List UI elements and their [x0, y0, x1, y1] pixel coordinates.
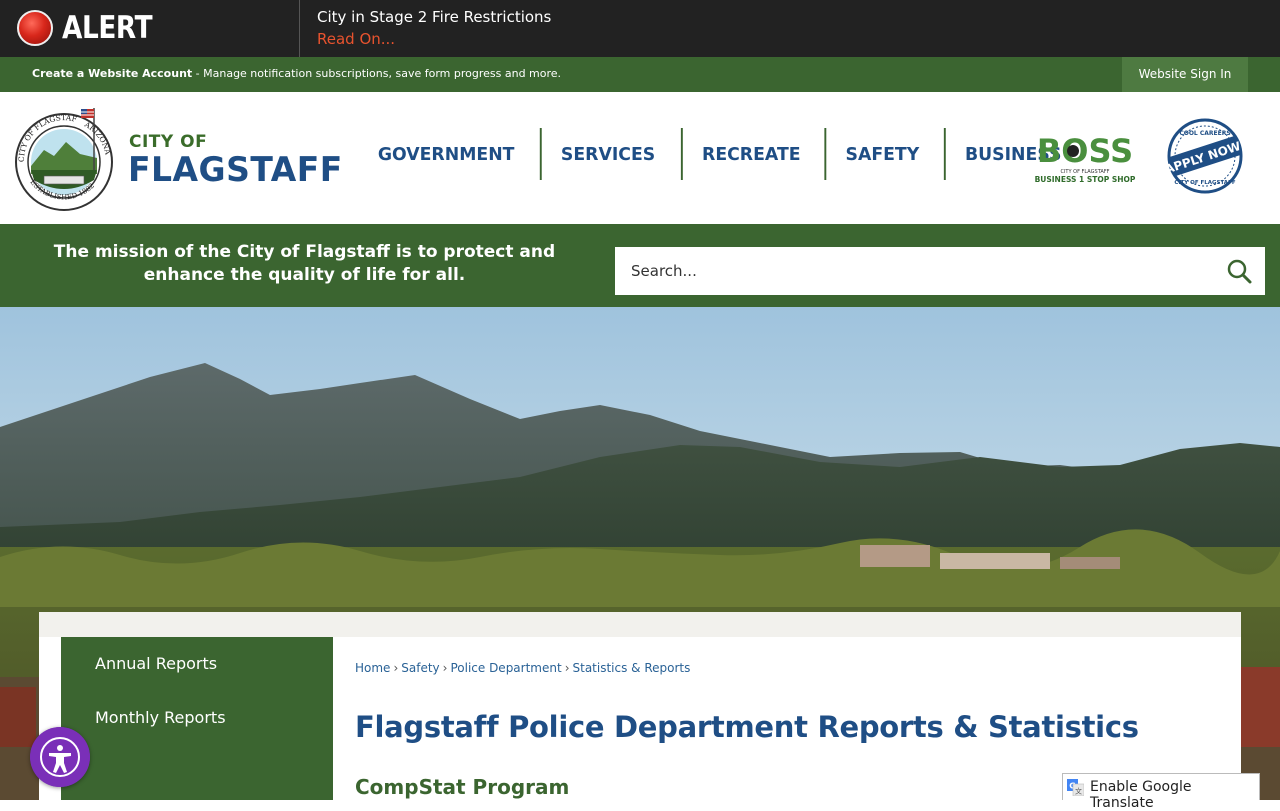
breadcrumb-separator: ›	[442, 661, 448, 675]
google-translate-button[interactable]: G 文 Enable Google Translate	[1062, 773, 1260, 811]
site-header: CITY OF FLAGSTAFF ARIZONA ESTABLISHED 18…	[0, 92, 1280, 224]
breadcrumb-police-department[interactable]: Police Department	[450, 661, 561, 675]
account-bar: Create a Website Account - Manage notifi…	[0, 57, 1280, 92]
main-nav: GOVERNMENT SERVICES RECREATE SAFETY BUSI…	[355, 128, 1083, 180]
apply-bottom-text: CITY OF FLAGSTAFF	[1174, 180, 1235, 186]
nav-services[interactable]: SERVICES	[540, 128, 675, 180]
content-card: Annual Reports Monthly Reports Home › Safe…	[39, 612, 1241, 800]
breadcrumb-separator: ›	[564, 661, 570, 675]
search-icon[interactable]	[1223, 255, 1255, 287]
search-input[interactable]	[615, 247, 1215, 295]
alert-title[interactable]: City in Stage 2 Fire Restrictions	[317, 8, 551, 26]
alert-label: ALERT	[62, 10, 153, 46]
accessibility-icon[interactable]	[30, 727, 90, 787]
logo-city-of[interactable]: CITY OF	[129, 132, 207, 152]
nav-recreate[interactable]: RECREATE	[680, 128, 819, 180]
alert-dot-icon	[17, 10, 53, 46]
sidebar-nav: Annual Reports Monthly Reports	[61, 637, 333, 800]
breadcrumb-home[interactable]: Home	[355, 661, 390, 675]
nav-safety[interactable]: SAFETY	[824, 128, 939, 180]
boss-title: BOSS	[1037, 132, 1133, 170]
website-sign-in-button[interactable]: Website Sign In	[1122, 57, 1248, 92]
sidebar-item-monthly-reports[interactable]: Monthly Reports	[95, 708, 226, 727]
card-top-band	[39, 612, 1241, 637]
apply-now-badge[interactable]: APPLY NOW! COOL CAREERS CITY OF FLAGSTAF…	[1163, 118, 1247, 194]
breadcrumb-statistics-reports[interactable]: Statistics & Reports	[573, 661, 691, 675]
apply-top-text: COOL CAREERS	[1179, 130, 1230, 137]
logo-flagstaff[interactable]: FLAGSTAFF	[128, 150, 343, 190]
mission-band: The mission of the City of Flagstaff is …	[0, 224, 1280, 307]
boss-logo[interactable]: BOSS CITY OF FLAGSTAFF BUSINESS 1 STOP S…	[1033, 132, 1137, 188]
account-text: Create a Website Account - Manage notifi…	[32, 67, 561, 80]
breadcrumb-safety[interactable]: Safety	[401, 661, 439, 675]
breadcrumb: Home › Safety › Police Department › Statistics…	[355, 661, 690, 675]
account-description: - Manage notification subscriptions, sav…	[192, 67, 562, 80]
page-title: Flagstaff Police Department Reports & St…	[355, 710, 1139, 744]
google-translate-icon: G 文	[1067, 779, 1084, 796]
alert-label-area: ALERT	[0, 0, 300, 57]
mission-statement: The mission of the City of Flagstaff is …	[53, 242, 556, 285]
translate-label: Enable Google Translate	[1090, 779, 1192, 811]
section-subhead: CompStat Program	[355, 775, 570, 799]
search-box	[615, 247, 1265, 295]
alert-bar: ALERT City in Stage 2 Fire Restrictions …	[0, 0, 1280, 57]
create-account-link[interactable]: Create a Website Account	[32, 67, 192, 80]
svg-text:文: 文	[1075, 787, 1082, 796]
sidebar-item-annual-reports[interactable]: Annual Reports	[95, 654, 217, 673]
breadcrumb-separator: ›	[393, 661, 399, 675]
nav-government[interactable]: GOVERNMENT	[359, 128, 534, 180]
city-seal-logo[interactable]: CITY OF FLAGSTAFF ARIZONA ESTABLISHED 18…	[14, 100, 118, 212]
alert-read-on-link[interactable]: Read On...	[317, 30, 395, 48]
boss-subtitle: BUSINESS 1 STOP SHOP	[1035, 175, 1136, 184]
